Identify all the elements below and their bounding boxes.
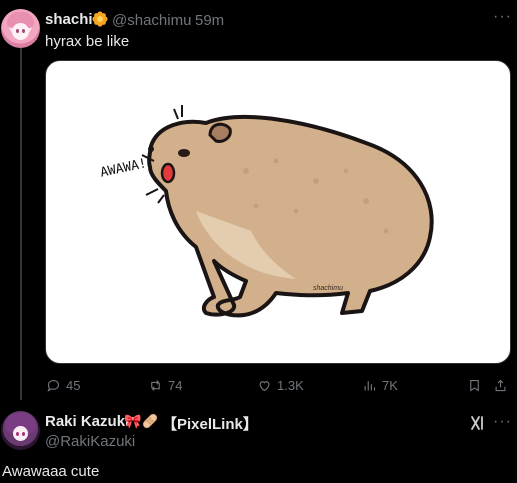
repost-button[interactable]: 74 bbox=[148, 376, 182, 394]
bandage-emoji bbox=[142, 413, 158, 429]
views-icon bbox=[364, 380, 376, 390]
repost-icon bbox=[151, 379, 160, 391]
post-timestamp[interactable]: 59m bbox=[195, 12, 224, 29]
bookmark-icon bbox=[470, 379, 479, 392]
thread-connector-line bbox=[20, 46, 22, 400]
views-button[interactable]: 7K bbox=[362, 376, 398, 394]
reply-author-name[interactable]: Raki Kazuki bbox=[45, 413, 129, 430]
avatar-raki[interactable] bbox=[1, 411, 40, 450]
avatar-shachi[interactable] bbox=[1, 9, 40, 48]
flower-badge-icon bbox=[92, 11, 108, 27]
post-text: hyrax be like bbox=[45, 33, 130, 50]
hyrax-illustration bbox=[141, 105, 434, 318]
like-icon bbox=[259, 380, 270, 391]
separator-dot: · bbox=[187, 12, 192, 29]
views-count: 7K bbox=[382, 377, 398, 393]
share-icon bbox=[495, 379, 506, 391]
reply-text: Awawaaa cute bbox=[2, 463, 100, 480]
bow-emoji: 🎀 bbox=[124, 413, 142, 429]
reply-author-handle[interactable]: @RakiKazuki bbox=[45, 433, 135, 450]
more-options-button[interactable]: ··· bbox=[493, 8, 512, 26]
artist-signature: shachimu bbox=[313, 285, 343, 292]
grok-icon[interactable] bbox=[470, 415, 486, 431]
like-button[interactable]: 1.3K bbox=[257, 376, 304, 394]
author-name[interactable]: shachi bbox=[45, 11, 93, 28]
reply-icon bbox=[47, 379, 60, 392]
reply-count: 45 bbox=[66, 377, 81, 393]
repost-count: 74 bbox=[168, 377, 183, 393]
reply-button[interactable]: 45 bbox=[46, 376, 80, 394]
share-button[interactable] bbox=[493, 376, 508, 394]
like-count: 1.3K bbox=[277, 377, 304, 393]
reply-author-tag: 【PixelLink】 bbox=[162, 416, 258, 433]
reply-more-options-button[interactable]: ··· bbox=[493, 413, 512, 431]
bookmark-button[interactable] bbox=[467, 376, 482, 394]
post-image[interactable]: AWAWA! shachimu bbox=[45, 60, 511, 364]
author-handle[interactable]: @shachimu bbox=[112, 12, 191, 29]
